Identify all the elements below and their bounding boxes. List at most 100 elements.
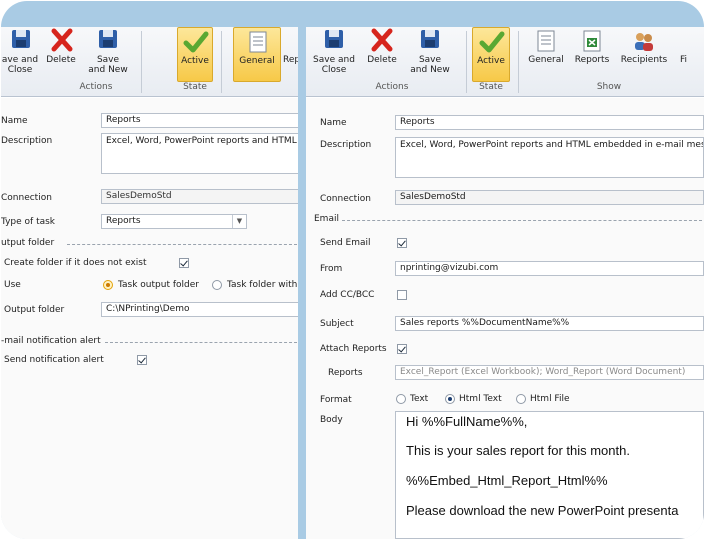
- document-icon: [249, 31, 267, 53]
- task-folder-with-radio[interactable]: [212, 280, 222, 290]
- active-toggle[interactable]: Active: [472, 27, 510, 82]
- left-form: Name Reports Description Excel, Word, Po…: [1, 98, 298, 539]
- general-tab-button[interactable]: General: [524, 27, 568, 82]
- type-of-task-label: Type of task: [1, 217, 56, 227]
- save-and-close-label: Save and Close: [313, 55, 355, 75]
- send-alert-checkbox[interactable]: [137, 355, 147, 365]
- general-label: General: [528, 55, 564, 65]
- delete-button[interactable]: Delete: [41, 27, 81, 82]
- ribbon-separator: [466, 31, 467, 93]
- ribbon-separator: [221, 31, 222, 93]
- connection-label: Connection: [320, 194, 371, 204]
- task-editor-email: Save and Close Delete Save and New Activ: [306, 27, 704, 539]
- reports-label: Reports: [328, 368, 363, 378]
- connection-label: Connection: [1, 193, 52, 203]
- rep-label: Rep: [283, 55, 298, 65]
- screenshot-frame: ave and Close Delete Save and New Active: [1, 1, 704, 539]
- save-and-new-button[interactable]: Save and New: [406, 27, 454, 82]
- name-label: Name: [1, 116, 28, 126]
- connection-field: SalesDemoStd: [101, 189, 298, 204]
- description-label: Description: [320, 140, 372, 150]
- group-state-label: State: [479, 82, 503, 92]
- save-and-new-label: Save and New: [410, 55, 450, 75]
- ribbon-right: Save and Close Delete Save and New Activ: [306, 27, 704, 97]
- send-email-label: Send Email: [320, 238, 371, 248]
- pane-divider: [298, 27, 306, 539]
- reports-field[interactable]: Excel_Report (Excel Workbook); Word_Repo…: [395, 365, 704, 380]
- delete-label: Delete: [46, 55, 76, 65]
- save-and-close-button[interactable]: Save and Close: [312, 27, 356, 82]
- group-actions-label: Actions: [79, 82, 113, 92]
- body-line: This is your sales report for this month…: [406, 443, 630, 458]
- description-field[interactable]: Excel, Word, PowerPoint reports and HTML…: [101, 133, 298, 174]
- subject-field[interactable]: Sales reports %%DocumentName%%: [395, 316, 704, 331]
- ribbon-left: ave and Close Delete Save and New Active: [1, 27, 298, 97]
- reports-tab-button[interactable]: Reports: [570, 27, 614, 82]
- section-divider: [105, 342, 297, 343]
- output-folder-field[interactable]: C:\NPrinting\Demo: [101, 302, 298, 317]
- active-label: Active: [181, 56, 209, 66]
- add-cc-bcc-label: Add CC/BCC: [320, 290, 375, 300]
- add-cc-bcc-checkbox[interactable]: [397, 290, 407, 300]
- body-line: Please download the new PowerPoint prese…: [406, 503, 679, 518]
- fi-label: Fi: [680, 55, 688, 65]
- checkmark-icon: [479, 31, 505, 53]
- delete-button[interactable]: Delete: [362, 27, 402, 82]
- recipients-tab-button[interactable]: Recipients: [616, 27, 672, 82]
- name-field[interactable]: Reports: [101, 113, 298, 128]
- send-email-checkbox[interactable]: [397, 238, 407, 248]
- body-label: Body: [320, 415, 343, 425]
- task-output-folder-label: Task output folder: [118, 280, 199, 290]
- section-divider: [67, 244, 297, 245]
- excel-report-icon: [583, 30, 601, 52]
- task-output-folder-radio[interactable]: [103, 280, 113, 290]
- format-html-file-radio[interactable]: [516, 394, 526, 404]
- delete-icon: [371, 28, 393, 52]
- save-and-new-label: Save and New: [88, 55, 128, 75]
- name-field[interactable]: Reports: [395, 115, 704, 130]
- active-toggle[interactable]: Active: [177, 27, 213, 82]
- attach-reports-label: Attach Reports: [320, 344, 387, 354]
- format-text-label: Text: [410, 394, 429, 404]
- format-label: Format: [320, 395, 352, 405]
- format-text-radio[interactable]: [396, 394, 406, 404]
- general-label: General: [239, 56, 275, 66]
- checkmark-icon: [183, 31, 209, 53]
- general-tab-button[interactable]: General: [233, 27, 281, 82]
- attach-reports-checkbox[interactable]: [397, 344, 407, 354]
- save-new-icon: [99, 30, 117, 48]
- output-folder-section: utput folder: [1, 238, 55, 248]
- reports-tab-button[interactable]: Rep: [283, 27, 298, 82]
- chevron-down-icon[interactable]: ▼: [232, 215, 246, 228]
- save-icon: [325, 30, 343, 48]
- save-icon: [12, 30, 30, 48]
- send-alert-label: Send notification alert: [4, 355, 104, 365]
- format-html-text-label: Html Text: [459, 394, 502, 404]
- ribbon-separator: [518, 31, 519, 93]
- save-and-close-button[interactable]: ave and Close: [1, 27, 39, 82]
- email-alert-section: -mail notification alert: [1, 336, 101, 346]
- body-editor[interactable]: Hi %%FullName%%, This is your sales repo…: [395, 411, 704, 539]
- body-line: Hi %%FullName%%,: [406, 414, 528, 429]
- users-icon: [635, 33, 653, 51]
- format-html-file-label: Html File: [530, 394, 570, 404]
- document-icon: [537, 30, 555, 52]
- reports-label: Reports: [574, 55, 610, 65]
- filters-tab-button[interactable]: Fi: [680, 27, 704, 82]
- output-folder-label: Output folder: [4, 305, 65, 315]
- format-html-text-radio[interactable]: [445, 394, 455, 404]
- task-editor-general: ave and Close Delete Save and New Active: [1, 27, 298, 539]
- create-folder-checkbox[interactable]: [179, 258, 189, 268]
- use-label: Use: [4, 280, 21, 290]
- subject-label: Subject: [320, 319, 354, 329]
- save-and-new-button[interactable]: Save and New: [84, 27, 132, 82]
- group-state-label: State: [183, 82, 207, 92]
- delete-label: Delete: [367, 55, 397, 65]
- email-section: Email: [314, 214, 339, 224]
- from-label: From: [320, 264, 343, 274]
- from-field[interactable]: nprinting@vizubi.com: [395, 261, 704, 276]
- description-field[interactable]: Excel, Word, PowerPoint reports and HTML…: [395, 137, 704, 178]
- save-and-close-label: ave and Close: [1, 55, 39, 75]
- type-of-task-dropdown[interactable]: Reports ▼: [101, 214, 247, 229]
- body-line: %%Embed_Html_Report_Html%%: [406, 473, 608, 488]
